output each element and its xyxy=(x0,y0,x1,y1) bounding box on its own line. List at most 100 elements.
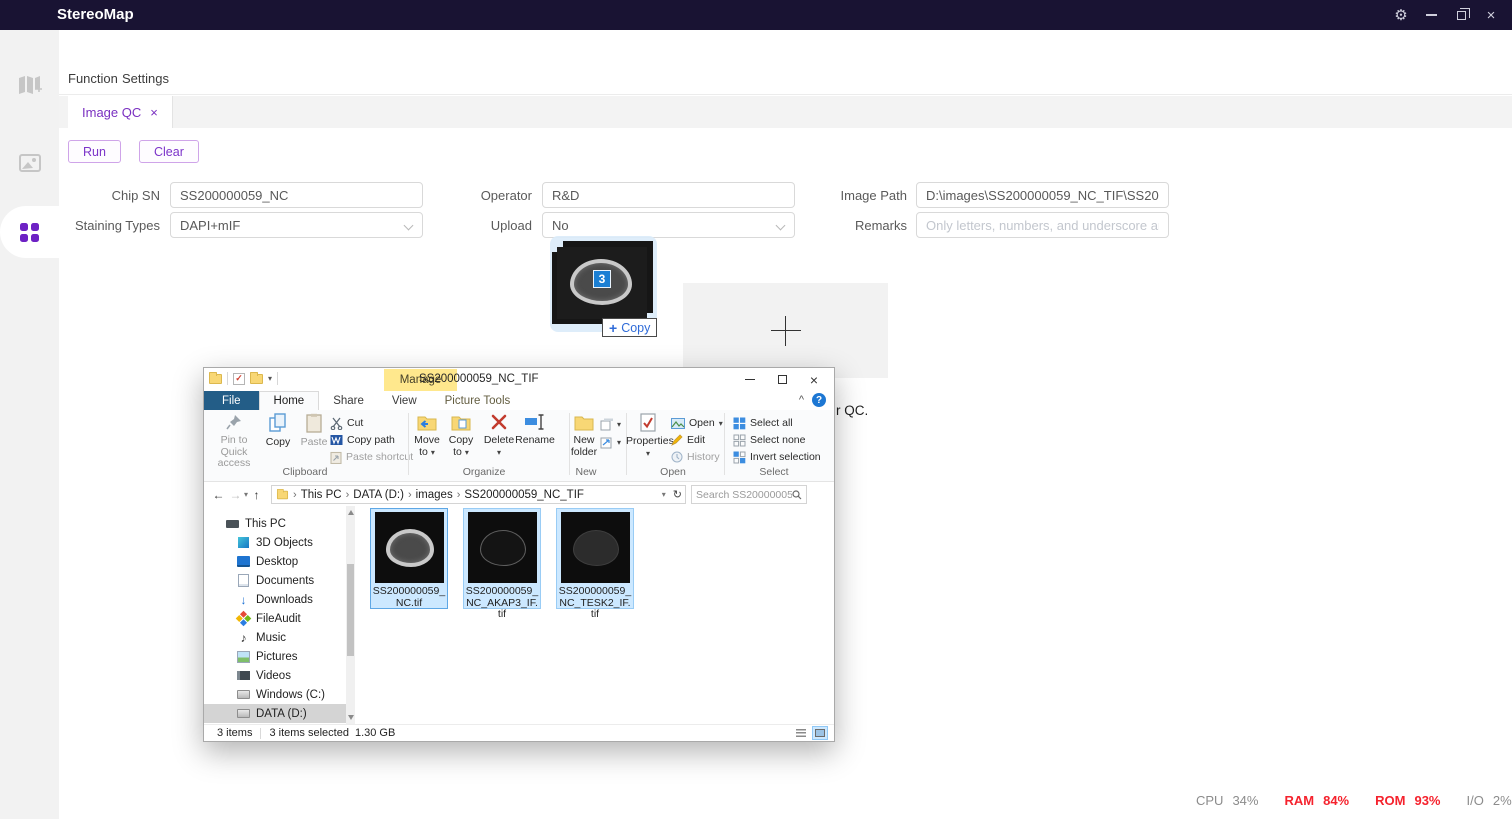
tree-item[interactable]: FileAudit xyxy=(204,609,346,628)
address-crumb[interactable]: images xyxy=(416,489,453,501)
invert-selection-button[interactable]: Invert selection xyxy=(733,449,821,465)
ribbon-tab-picture-tools[interactable]: Picture Tools xyxy=(431,391,525,410)
collapse-ribbon-icon[interactable]: ^ xyxy=(799,394,804,406)
refresh-icon[interactable]: ↻ xyxy=(673,488,682,501)
operator-input[interactable] xyxy=(542,182,795,208)
tree-item[interactable]: DATA (D:) xyxy=(204,704,346,723)
upload-drop-zone[interactable] xyxy=(683,283,888,378)
run-button[interactable]: Run xyxy=(68,140,121,163)
explorer-minimize-button[interactable] xyxy=(734,368,766,391)
tree-item-label: FileAudit xyxy=(256,613,301,625)
ribbon-tab-share[interactable]: Share xyxy=(319,391,378,410)
ribbon-tab-view[interactable]: View xyxy=(378,391,431,410)
back-arrow-icon[interactable]: ← xyxy=(210,488,227,502)
up-arrow-icon[interactable]: ↑ xyxy=(248,488,265,502)
paste-button[interactable]: Paste xyxy=(296,413,332,449)
easy-access-button[interactable]: ▾ xyxy=(600,434,621,450)
edit-button[interactable]: Edit xyxy=(671,432,705,448)
open-button[interactable]: Open ▾ xyxy=(671,415,723,431)
paste-shortcut-icon xyxy=(330,451,342,464)
explorer-titlebar: ✓ ▾ Manage SS200000059_NC_TIF × xyxy=(204,368,834,391)
image-icon xyxy=(19,154,41,172)
restore-button[interactable] xyxy=(1446,0,1476,30)
scroll-down-icon[interactable] xyxy=(348,715,354,720)
properties-button[interactable]: Properties▾ xyxy=(626,413,670,459)
select-all-button[interactable]: Select all xyxy=(733,415,793,431)
ribbon-tab-home[interactable]: Home xyxy=(259,391,320,410)
menu-function[interactable]: Function xyxy=(68,63,118,95)
new-folder-button[interactable]: New folder xyxy=(566,413,602,458)
system-stats: CPU 34% RAM 84% ROM 93% I/O 2% xyxy=(1196,793,1512,808)
settings-gear-icon[interactable]: ⚙ xyxy=(1386,0,1416,30)
help-icon[interactable]: ? xyxy=(812,393,826,407)
address-dropdown-icon[interactable]: ▾ xyxy=(662,490,666,499)
delete-button[interactable]: Delete▾ xyxy=(481,413,517,458)
properties-check-icon[interactable]: ✓ xyxy=(233,373,245,385)
tree-item[interactable]: 3D Objects xyxy=(204,533,346,552)
copy-cursor-tooltip: + Copy xyxy=(602,318,657,337)
address-crumb[interactable]: DATA (D:) xyxy=(353,489,404,501)
copy-button[interactable]: Copy xyxy=(260,413,296,449)
move-to-icon xyxy=(417,413,437,431)
pin-icon xyxy=(225,413,243,431)
search-input[interactable]: Search SS200000059_... xyxy=(691,485,807,504)
new-item-button[interactable]: ▾ xyxy=(600,416,621,432)
clear-button[interactable]: Clear xyxy=(139,140,199,163)
copy-to-button[interactable]: Copy to ▾ xyxy=(444,413,478,458)
thumbnails-view-button[interactable] xyxy=(812,726,828,740)
tree-item[interactable]: ♪ Music xyxy=(204,628,346,647)
sidebar-item-images[interactable] xyxy=(0,138,59,188)
forward-arrow-icon[interactable]: → xyxy=(227,488,244,502)
minimize-button[interactable] xyxy=(1416,0,1446,30)
ribbon-tab-file[interactable]: File xyxy=(204,391,259,410)
upload-select[interactable]: No xyxy=(542,212,795,238)
pin-to-quick-access-button[interactable]: Pin to Quick access xyxy=(208,413,260,470)
scrollbar-thumb[interactable] xyxy=(347,564,354,656)
tree-scrollbar[interactable] xyxy=(346,506,355,724)
sidebar-item-tools[interactable] xyxy=(0,207,59,257)
tab-image-qc[interactable]: Image QC × xyxy=(68,96,173,128)
new-folder-qat-icon[interactable] xyxy=(250,374,263,384)
tree-item[interactable]: Windows (C:) xyxy=(204,685,346,704)
address-input[interactable]: ›This PC›DATA (D:)›images›SS200000059_NC… xyxy=(271,485,686,504)
address-crumb[interactable]: SS200000059_NC_TIF xyxy=(464,489,584,501)
tree-item[interactable]: ↓ Downloads xyxy=(204,590,346,609)
customize-toolbar-dropdown-icon[interactable]: ▾ xyxy=(268,374,272,383)
rename-button[interactable]: Rename xyxy=(514,413,556,447)
dropdown-icon: ▾ xyxy=(617,438,621,447)
chip-sn-label: Chip SN xyxy=(60,188,160,203)
delete-icon xyxy=(490,413,508,431)
menu-bar: Function Settings xyxy=(59,63,1512,95)
image-path-input[interactable] xyxy=(916,182,1169,208)
menu-settings[interactable]: Settings xyxy=(122,63,169,95)
scroll-up-icon[interactable] xyxy=(348,510,354,515)
close-button[interactable]: × xyxy=(1476,0,1506,30)
copy-path-button[interactable]: Copy path xyxy=(330,432,395,448)
move-to-button[interactable]: Move to ▾ xyxy=(410,413,444,458)
properties-icon xyxy=(640,413,656,432)
tree-item[interactable]: Documents xyxy=(204,571,346,590)
explorer-close-button[interactable]: × xyxy=(798,368,830,391)
paste-shortcut-button[interactable]: Paste shortcut xyxy=(330,449,413,465)
remarks-input[interactable] xyxy=(916,212,1169,238)
staining-types-select[interactable]: DAPI+mIF xyxy=(170,212,423,238)
address-crumb[interactable]: This PC xyxy=(301,489,342,501)
details-view-button[interactable] xyxy=(793,726,809,740)
cut-button[interactable]: Cut xyxy=(330,415,363,431)
tab-close-icon[interactable]: × xyxy=(150,105,158,120)
file-tile[interactable]: SS200000059_NC_TESK2_IF.tif xyxy=(556,508,634,609)
folder-icon[interactable] xyxy=(209,374,222,384)
tree-item[interactable]: This PC xyxy=(204,514,346,533)
history-button[interactable]: History xyxy=(671,449,720,465)
explorer-maximize-button[interactable] xyxy=(766,368,798,391)
select-none-button[interactable]: Select none xyxy=(733,432,805,448)
file-tile[interactable]: SS200000059_NC_AKAP3_IF.tif xyxy=(463,508,541,609)
file-tile[interactable]: SS200000059_NC.tif xyxy=(370,508,448,609)
tree-item[interactable]: Pictures xyxy=(204,647,346,666)
tree-item[interactable]: Desktop xyxy=(204,552,346,571)
sidebar-item-map[interactable] xyxy=(0,60,59,110)
new-item-icon xyxy=(600,418,613,431)
upload-value: No xyxy=(552,218,569,233)
tree-item[interactable]: Videos xyxy=(204,666,346,685)
chip-sn-input[interactable] xyxy=(170,182,423,208)
